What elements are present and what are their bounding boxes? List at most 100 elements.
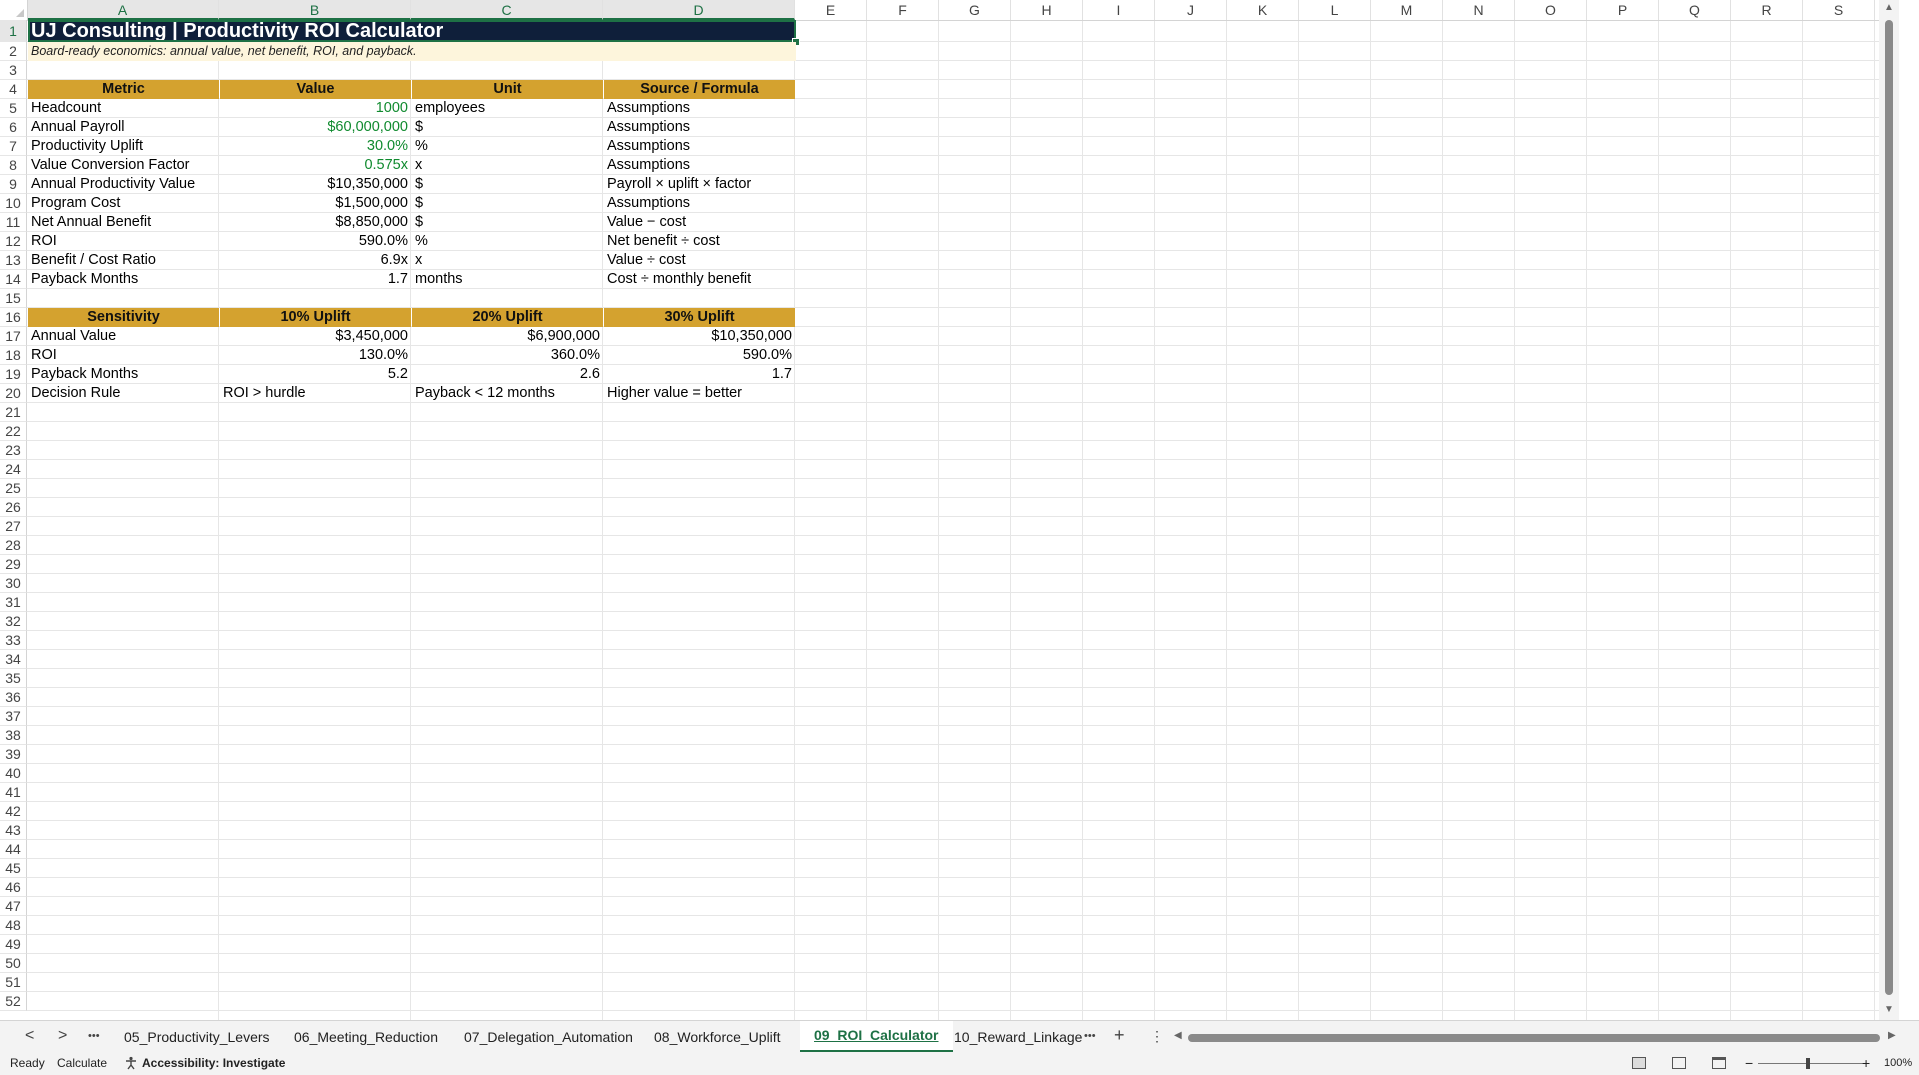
metric-source-cell[interactable]: Value − cost (604, 213, 795, 232)
select-all-corner[interactable] (0, 0, 28, 20)
row-header-31[interactable]: 31 (0, 593, 27, 612)
metric-unit-cell[interactable]: $ (412, 194, 603, 213)
column-header-k[interactable]: K (1227, 0, 1299, 20)
metrics-header-cell[interactable]: Metric (28, 80, 219, 99)
row-header-18[interactable]: 18 (0, 346, 27, 365)
more-sheets-right-icon[interactable]: ••• (1084, 1030, 1096, 1042)
metric-source-cell[interactable]: Assumptions (604, 99, 795, 118)
zoom-slider-handle[interactable] (1806, 1058, 1810, 1069)
metric-source-cell[interactable]: Assumptions (604, 137, 795, 156)
row-header-8[interactable]: 8 (0, 156, 27, 175)
spreadsheet-grid[interactable]: ABCDEFGHIJKLMNOPQRS 1 2 3 4 5 6 7 8 9 10 11 12 13 14 1… (0, 0, 1899, 1020)
add-sheet-icon[interactable]: + (1114, 1025, 1125, 1046)
metric-label-cell[interactable]: Annual Productivity Value (28, 175, 219, 194)
column-header-g[interactable]: G (939, 0, 1011, 20)
page-break-view-icon[interactable] (1712, 1057, 1726, 1069)
decision-rule-cell[interactable]: Payback < 12 months (412, 384, 603, 403)
metric-source-cell[interactable]: Payroll × uplift × factor (604, 175, 795, 194)
column-header-s[interactable]: S (1803, 0, 1875, 20)
zoom-in-button[interactable]: + (1862, 1052, 1870, 1075)
row-header-47[interactable]: 47 (0, 897, 27, 916)
metric-source-cell[interactable]: Cost ÷ monthly benefit (604, 270, 795, 289)
column-header-i[interactable]: I (1083, 0, 1155, 20)
sheet-tab[interactable]: 10_Reward_Linkage (940, 1021, 1096, 1053)
sheet-tab[interactable]: 09_ROI_Calculator (800, 1021, 953, 1053)
row-header-27[interactable]: 27 (0, 517, 27, 536)
metric-label-cell[interactable]: Headcount (28, 99, 219, 118)
row-header-25[interactable]: 25 (0, 479, 27, 498)
column-header-c[interactable]: C (411, 0, 603, 20)
sensitivity-label-cell[interactable]: Payback Months (28, 365, 219, 384)
decision-rule-label-cell[interactable]: Decision Rule (28, 384, 219, 403)
next-sheet-icon[interactable]: > (58, 1027, 67, 1045)
row-header-1[interactable]: 1 (0, 20, 27, 42)
zoom-out-button[interactable]: − (1745, 1052, 1753, 1075)
metric-value-cell[interactable]: 590.0% (220, 232, 411, 251)
column-header-f[interactable]: F (867, 0, 939, 20)
metric-value-cell[interactable]: $60,000,000 (220, 118, 411, 137)
column-header-d[interactable]: D (603, 0, 795, 20)
metric-value-cell[interactable]: $10,350,000 (220, 175, 411, 194)
sensitivity-value-cell[interactable]: 590.0% (604, 346, 795, 365)
row-header-5[interactable]: 5 (0, 99, 27, 118)
row-header-34[interactable]: 34 (0, 650, 27, 669)
metric-label-cell[interactable]: Net Annual Benefit (28, 213, 219, 232)
metrics-header-cell[interactable]: Source / Formula (604, 80, 795, 99)
column-header-h[interactable]: H (1011, 0, 1083, 20)
row-header-49[interactable]: 49 (0, 935, 27, 954)
sheet-tab[interactable]: 05_Productivity_Levers (110, 1021, 284, 1053)
metric-unit-cell[interactable]: % (412, 232, 603, 251)
metric-unit-cell[interactable]: months (412, 270, 603, 289)
sheet-tab[interactable]: 08_Workforce_Uplift (640, 1021, 795, 1053)
row-header-13[interactable]: 13 (0, 251, 27, 270)
metric-source-cell[interactable]: Net benefit ÷ cost (604, 232, 795, 251)
row-header-37[interactable]: 37 (0, 707, 27, 726)
column-header-p[interactable]: P (1587, 0, 1659, 20)
sheet-options-icon[interactable]: ⋮ (1150, 1028, 1164, 1045)
row-header-32[interactable]: 32 (0, 612, 27, 631)
metric-value-cell[interactable]: 1.7 (220, 270, 411, 289)
metric-unit-cell[interactable]: % (412, 137, 603, 156)
column-header-q[interactable]: Q (1659, 0, 1731, 20)
row-header-23[interactable]: 23 (0, 441, 27, 460)
column-header-o[interactable]: O (1515, 0, 1587, 20)
metric-source-cell[interactable]: Assumptions (604, 194, 795, 213)
row-header-17[interactable]: 17 (0, 327, 27, 346)
sheet-tab[interactable]: 06_Meeting_Reduction (280, 1021, 452, 1053)
vertical-scrollbar[interactable]: ▲ ▼ (1879, 0, 1899, 1020)
row-header-50[interactable]: 50 (0, 954, 27, 973)
title-cell[interactable]: UJ Consulting | Productivity ROI Calcula… (28, 20, 796, 42)
row-header-38[interactable]: 38 (0, 726, 27, 745)
metric-label-cell[interactable]: Annual Payroll (28, 118, 219, 137)
column-header-r[interactable]: R (1731, 0, 1803, 20)
row-header-35[interactable]: 35 (0, 669, 27, 688)
row-header-51[interactable]: 51 (0, 973, 27, 992)
metric-label-cell[interactable]: Payback Months (28, 270, 219, 289)
sensitivity-label-cell[interactable]: ROI (28, 346, 219, 365)
row-header-33[interactable]: 33 (0, 631, 27, 650)
sensitivity-value-cell[interactable]: 1.7 (604, 365, 795, 384)
column-header-a[interactable]: A (27, 0, 219, 20)
decision-rule-cell[interactable]: ROI > hurdle (220, 384, 411, 403)
row-header-43[interactable]: 43 (0, 821, 27, 840)
column-header-e[interactable]: E (795, 0, 867, 20)
metrics-header-cell[interactable]: Value (220, 80, 411, 99)
zoom-level[interactable]: 100% (1884, 1052, 1912, 1075)
row-header-44[interactable]: 44 (0, 840, 27, 859)
column-header-n[interactable]: N (1443, 0, 1515, 20)
row-header-7[interactable]: 7 (0, 137, 27, 156)
metric-value-cell[interactable]: 6.9x (220, 251, 411, 270)
sensitivity-header-cell[interactable]: 30% Uplift (604, 308, 795, 327)
column-header-m[interactable]: M (1371, 0, 1443, 20)
metric-unit-cell[interactable]: employees (412, 99, 603, 118)
row-header-45[interactable]: 45 (0, 859, 27, 878)
metric-unit-cell[interactable]: x (412, 156, 603, 175)
row-header-39[interactable]: 39 (0, 745, 27, 764)
zoom-slider[interactable] (1758, 1063, 1868, 1064)
metric-value-cell[interactable]: $8,850,000 (220, 213, 411, 232)
row-header-48[interactable]: 48 (0, 916, 27, 935)
row-header-40[interactable]: 40 (0, 764, 27, 783)
sensitivity-value-cell[interactable]: 360.0% (412, 346, 603, 365)
sensitivity-value-cell[interactable]: $3,450,000 (220, 327, 411, 346)
metric-value-cell[interactable]: $1,500,000 (220, 194, 411, 213)
